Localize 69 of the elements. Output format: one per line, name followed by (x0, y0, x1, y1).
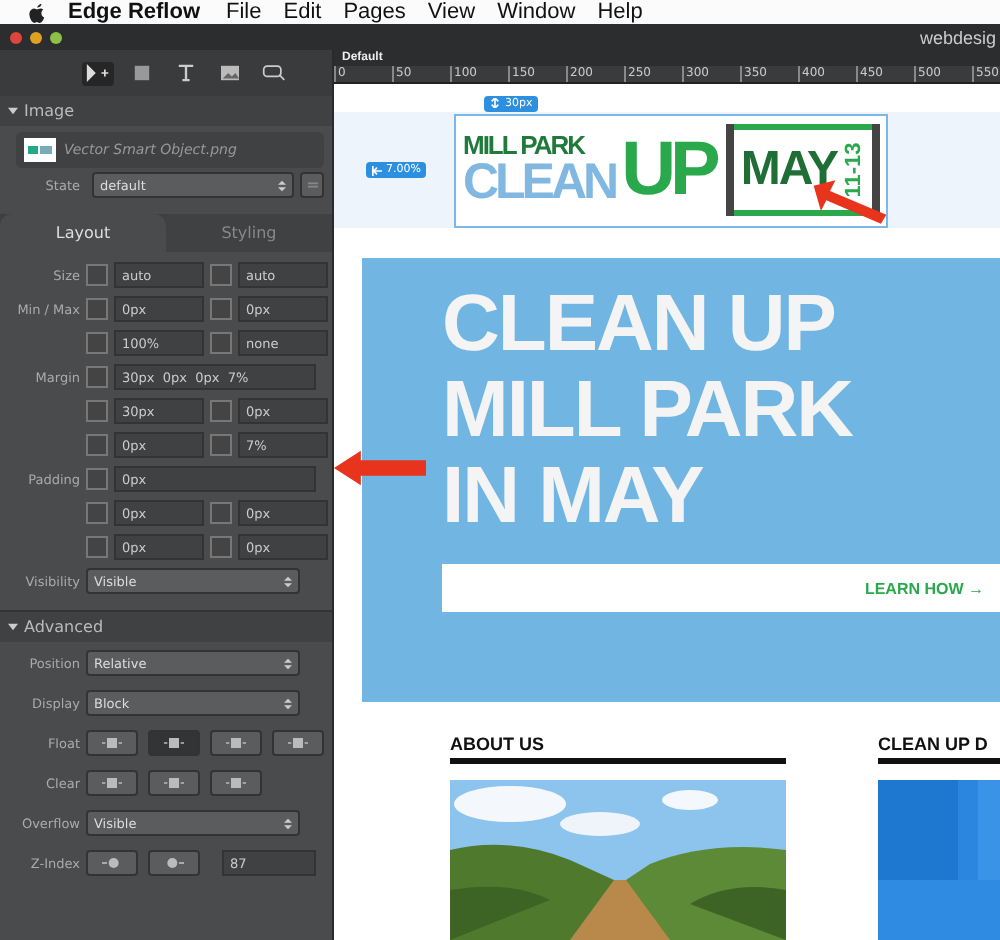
thumbnail-icon (24, 138, 56, 162)
hero-heading: MILL PARK (442, 368, 855, 454)
menu-item[interactable]: File (226, 0, 262, 24)
property-icon (210, 264, 232, 286)
property-icon (86, 502, 108, 524)
box-icon (102, 736, 122, 750)
property-icon (86, 434, 108, 456)
section-heading: ABOUT US (450, 734, 546, 754)
property-icon (86, 298, 108, 320)
send-back-button[interactable] (86, 850, 138, 876)
property-icon (86, 536, 108, 558)
menu-item[interactable]: Pages (343, 0, 406, 24)
property-icon (210, 400, 232, 422)
minimize-button[interactable] (30, 31, 42, 43)
stepper-icon (284, 697, 292, 709)
close-button[interactable] (10, 31, 22, 43)
property-icon (86, 468, 108, 490)
menu-item[interactable]: Window (497, 0, 576, 24)
menu-item[interactable]: View (427, 0, 476, 24)
box-icon (226, 736, 246, 750)
tab[interactable]: Layout (0, 214, 166, 252)
apple-icon[interactable] (28, 1, 46, 23)
stepper-icon (284, 657, 292, 669)
box-icon (288, 736, 308, 750)
stepper-icon (284, 817, 292, 829)
margin-top-icon (490, 98, 501, 108)
hero-heading: IN MAY (442, 454, 705, 540)
property-icon (210, 298, 232, 320)
box-icon (226, 776, 246, 790)
section-header[interactable]: Advanced (0, 610, 332, 642)
section-heading: CLEAN UP D (878, 734, 990, 754)
box-icon (102, 776, 122, 790)
section-header[interactable]: Image (0, 96, 332, 126)
stepper-icon (284, 575, 292, 587)
layout-button[interactable] (86, 730, 138, 756)
layout-button[interactable] (148, 730, 200, 756)
layout-button[interactable] (86, 770, 138, 796)
stepper-icon (278, 179, 286, 191)
bring-forward-button[interactable] (148, 850, 200, 876)
layout-button[interactable] (210, 770, 262, 796)
pointer-arrow (334, 450, 426, 486)
property-icon (86, 366, 108, 388)
menu-item[interactable]: Help (597, 0, 643, 24)
state-button[interactable] (300, 172, 324, 198)
caret-icon (8, 622, 18, 632)
app-name[interactable]: Edge Reflow (68, 0, 201, 24)
property-icon (210, 434, 232, 456)
menu-item[interactable]: Edit (283, 0, 322, 24)
layer-icon (164, 856, 184, 870)
property-icon (86, 400, 108, 422)
property-icon (86, 264, 108, 286)
box-icon (164, 776, 184, 790)
property-icon (210, 332, 232, 354)
property-icon (86, 332, 108, 354)
layout-button[interactable] (272, 730, 324, 756)
window-title: webdesig (919, 27, 998, 47)
zoom-button[interactable] (50, 31, 62, 43)
layer-icon (102, 856, 122, 870)
caret-icon (8, 106, 18, 116)
margin-left-icon (372, 165, 382, 175)
layout-button[interactable] (210, 730, 262, 756)
property-icon (210, 536, 232, 558)
lines-icon (307, 180, 317, 190)
layout-button[interactable] (148, 770, 200, 796)
box-icon (164, 736, 184, 750)
select-tool[interactable] (82, 61, 114, 85)
property-icon (210, 502, 232, 524)
hero-heading: CLEAN UP (442, 282, 837, 368)
link-tool[interactable] (258, 61, 290, 85)
